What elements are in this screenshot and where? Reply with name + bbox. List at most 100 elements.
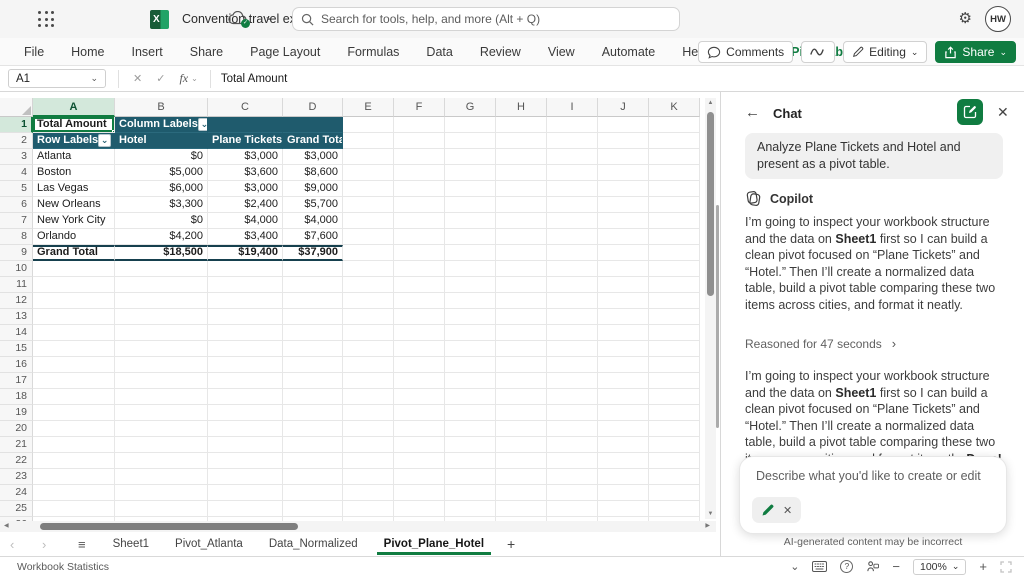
row-header-12[interactable]: 12	[0, 293, 33, 309]
row-header-3[interactable]: 3	[0, 149, 33, 165]
cell-I6[interactable]	[547, 197, 598, 213]
cell-F18[interactable]	[394, 389, 445, 405]
cell-J4[interactable]	[598, 165, 649, 181]
cell-G7[interactable]	[445, 213, 496, 229]
cell-J15[interactable]	[598, 341, 649, 357]
cell-K16[interactable]	[649, 357, 700, 373]
cell-E24[interactable]	[343, 485, 394, 501]
row-header-6[interactable]: 6	[0, 197, 33, 213]
cell-I16[interactable]	[547, 357, 598, 373]
cell-F11[interactable]	[394, 277, 445, 293]
cell-I17[interactable]	[547, 373, 598, 389]
cell-I4[interactable]	[547, 165, 598, 181]
cell-F8[interactable]	[394, 229, 445, 245]
cell-A20[interactable]	[33, 421, 115, 437]
cell-J7[interactable]	[598, 213, 649, 229]
cell-K7[interactable]	[649, 213, 700, 229]
cell-I22[interactable]	[547, 453, 598, 469]
cell-C19[interactable]	[208, 405, 283, 421]
cell-G19[interactable]	[445, 405, 496, 421]
cell-F21[interactable]	[394, 437, 445, 453]
select-all-corner[interactable]	[0, 98, 33, 117]
cell-B23[interactable]	[115, 469, 208, 485]
cell-J8[interactable]	[598, 229, 649, 245]
horizontal-scroll-thumb[interactable]	[40, 523, 298, 530]
cell-J3[interactable]	[598, 149, 649, 165]
ribbon-tab-home[interactable]: Home	[71, 45, 104, 59]
cell-J12[interactable]	[598, 293, 649, 309]
cell-I24[interactable]	[547, 485, 598, 501]
cell-H12[interactable]	[496, 293, 547, 309]
cell-G22[interactable]	[445, 453, 496, 469]
cell-C8[interactable]: $3,400	[208, 229, 283, 245]
cell-H2[interactable]	[496, 133, 547, 149]
cell-H14[interactable]	[496, 325, 547, 341]
cell-A24[interactable]	[33, 485, 115, 501]
cell-H11[interactable]	[496, 277, 547, 293]
fullscreen-icon[interactable]	[1000, 561, 1012, 573]
cell-K19[interactable]	[649, 405, 700, 421]
row-header-16[interactable]: 16	[0, 357, 33, 373]
zoom-out-button[interactable]: −	[892, 559, 900, 574]
cell-A15[interactable]	[33, 341, 115, 357]
cell-A12[interactable]	[33, 293, 115, 309]
cell-J23[interactable]	[598, 469, 649, 485]
cell-H17[interactable]	[496, 373, 547, 389]
scroll-right-icon[interactable]: ▶	[705, 521, 710, 532]
cell-B25[interactable]	[115, 501, 208, 517]
cell-J20[interactable]	[598, 421, 649, 437]
cell-H7[interactable]	[496, 213, 547, 229]
cell-H3[interactable]	[496, 149, 547, 165]
chat-input[interactable]	[756, 469, 992, 483]
cell-C10[interactable]	[208, 261, 283, 277]
cell-K14[interactable]	[649, 325, 700, 341]
cell-C23[interactable]	[208, 469, 283, 485]
cell-C20[interactable]	[208, 421, 283, 437]
cell-J14[interactable]	[598, 325, 649, 341]
cell-G11[interactable]	[445, 277, 496, 293]
cell-E12[interactable]	[343, 293, 394, 309]
cell-C12[interactable]	[208, 293, 283, 309]
cell-K1[interactable]	[649, 117, 700, 133]
cell-D6[interactable]: $5,700	[283, 197, 343, 213]
cell-A17[interactable]	[33, 373, 115, 389]
cell-H8[interactable]	[496, 229, 547, 245]
row-header-21[interactable]: 21	[0, 437, 33, 453]
cell-J22[interactable]	[598, 453, 649, 469]
cell-I7[interactable]	[547, 213, 598, 229]
cell-E1[interactable]	[343, 117, 394, 133]
cell-G9[interactable]	[445, 245, 496, 261]
cell-E10[interactable]	[343, 261, 394, 277]
cell-E19[interactable]	[343, 405, 394, 421]
cell-I10[interactable]	[547, 261, 598, 277]
cell-K24[interactable]	[649, 485, 700, 501]
zoom-level-dropdown[interactable]: 100% ⌄	[913, 559, 966, 575]
cell-B1[interactable]: Column Labels⌄	[115, 117, 208, 133]
cancel-entry-icon[interactable]: ✕	[133, 72, 142, 85]
cell-B17[interactable]	[115, 373, 208, 389]
cell-K18[interactable]	[649, 389, 700, 405]
cell-C7[interactable]: $4,000	[208, 213, 283, 229]
cell-A23[interactable]	[33, 469, 115, 485]
previous-sheet-icon[interactable]: ‹	[10, 537, 32, 552]
cell-C18[interactable]	[208, 389, 283, 405]
cell-E14[interactable]	[343, 325, 394, 341]
cell-A7[interactable]: New York City	[33, 213, 115, 229]
cell-H22[interactable]	[496, 453, 547, 469]
cell-F10[interactable]	[394, 261, 445, 277]
cell-G8[interactable]	[445, 229, 496, 245]
cell-K15[interactable]	[649, 341, 700, 357]
cell-G24[interactable]	[445, 485, 496, 501]
vertical-scrollbar[interactable]: ▲ ▼	[705, 98, 716, 519]
ribbon-tab-automate[interactable]: Automate	[602, 45, 656, 59]
cell-B4[interactable]: $5,000	[115, 165, 208, 181]
cell-C13[interactable]	[208, 309, 283, 325]
cell-J11[interactable]	[598, 277, 649, 293]
sheet-tab-pivot-plane-hotel[interactable]: Pivot_Plane_Hotel	[371, 532, 497, 556]
cell-A22[interactable]	[33, 453, 115, 469]
horizontal-scrollbar[interactable]: ◀ ▶	[0, 521, 716, 532]
cell-F15[interactable]	[394, 341, 445, 357]
cell-B11[interactable]	[115, 277, 208, 293]
cell-H21[interactable]	[496, 437, 547, 453]
cell-C25[interactable]	[208, 501, 283, 517]
